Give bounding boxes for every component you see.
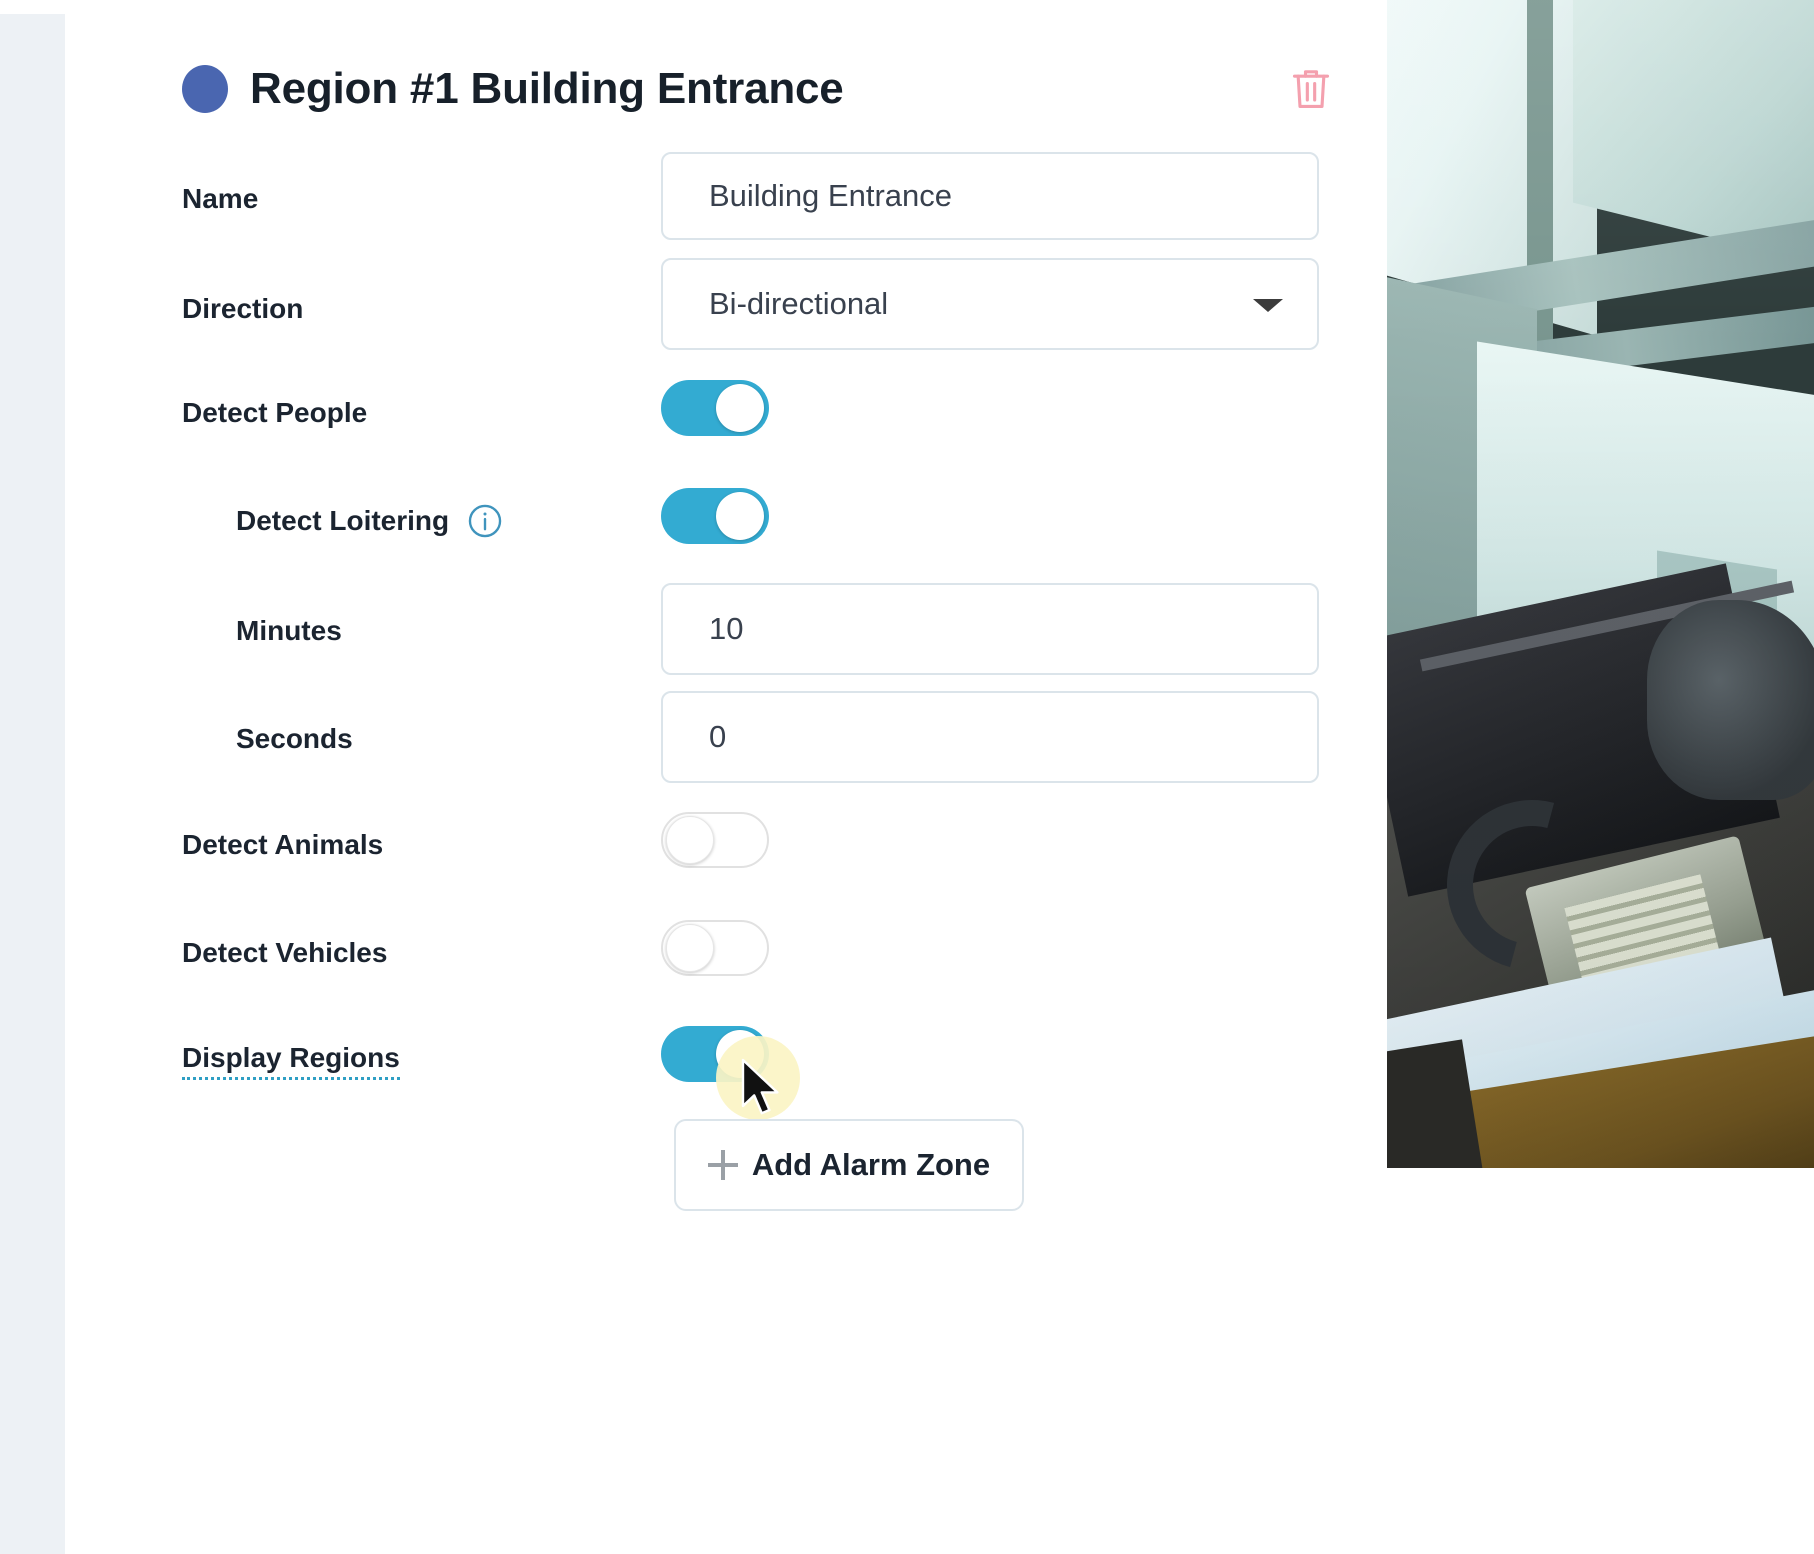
name-input[interactable] xyxy=(661,152,1319,240)
display-regions-toggle[interactable] xyxy=(661,1026,769,1082)
direction-select[interactable]: Bi-directional xyxy=(661,258,1319,350)
video-overlay-sheen xyxy=(1387,0,1814,1168)
info-circle-icon[interactable] xyxy=(465,501,505,541)
trash-icon xyxy=(1289,65,1333,113)
region-header: Region #1 Building Entrance xyxy=(182,55,1337,123)
display-regions-toggle-wrap xyxy=(661,1026,769,1082)
detect-animals-toggle[interactable] xyxy=(661,812,769,868)
region-settings-screen: Region #1 Building Entrance Name Directi… xyxy=(0,0,1814,1554)
toggle-knob xyxy=(666,816,714,864)
detect-loitering-row: Detect Loitering xyxy=(182,490,505,552)
toggle-knob xyxy=(716,1030,764,1078)
seconds-label: Seconds xyxy=(236,723,353,754)
toggle-knob xyxy=(666,924,714,972)
add-alarm-zone-button[interactable]: Add Alarm Zone xyxy=(674,1119,1024,1211)
detect-animals-label: Detect Animals xyxy=(182,829,384,860)
minutes-row: Minutes xyxy=(182,600,342,662)
name-label: Name xyxy=(182,183,259,214)
detect-loitering-toggle-wrap xyxy=(661,488,769,544)
region-color-dot xyxy=(182,65,228,113)
minutes-label: Minutes xyxy=(236,615,342,646)
toggle-knob xyxy=(716,384,764,432)
detect-animals-toggle-wrap xyxy=(661,812,769,868)
delete-region-button[interactable] xyxy=(1285,61,1337,117)
display-regions-row: Display Regions xyxy=(182,1030,400,1092)
plus-icon xyxy=(707,1150,738,1180)
detect-loitering-label: Detect Loitering xyxy=(236,505,450,536)
direction-label: Direction xyxy=(182,293,304,324)
detect-animals-row: Detect Animals xyxy=(182,814,383,876)
left-rail-strip xyxy=(0,14,65,1554)
toggle-knob xyxy=(716,492,764,540)
detect-people-row: Detect People xyxy=(182,382,367,444)
direction-select-value[interactable]: Bi-directional xyxy=(661,258,1319,350)
minutes-input[interactable] xyxy=(661,583,1319,675)
detect-people-toggle-wrap xyxy=(661,380,769,436)
detect-vehicles-toggle[interactable] xyxy=(661,920,769,976)
detect-vehicles-row: Detect Vehicles xyxy=(182,922,387,984)
seconds-input[interactable] xyxy=(661,691,1319,783)
name-row: Name xyxy=(182,168,258,230)
add-alarm-zone-label: Add Alarm Zone xyxy=(751,1147,991,1182)
camera-live-preview[interactable] xyxy=(1387,0,1814,1168)
detect-loitering-toggle[interactable] xyxy=(661,488,769,544)
display-regions-label[interactable]: Display Regions xyxy=(182,1042,400,1080)
detect-vehicles-label: Detect Vehicles xyxy=(182,937,388,968)
direction-row: Direction xyxy=(182,278,303,340)
detect-vehicles-toggle-wrap xyxy=(661,920,769,976)
page-title: Region #1 Building Entrance xyxy=(250,64,844,113)
detect-people-label: Detect People xyxy=(182,397,368,428)
seconds-row: Seconds xyxy=(182,708,353,770)
region-settings-panel: Region #1 Building Entrance Name Directi… xyxy=(65,0,1387,1554)
detect-people-toggle[interactable] xyxy=(661,380,769,436)
